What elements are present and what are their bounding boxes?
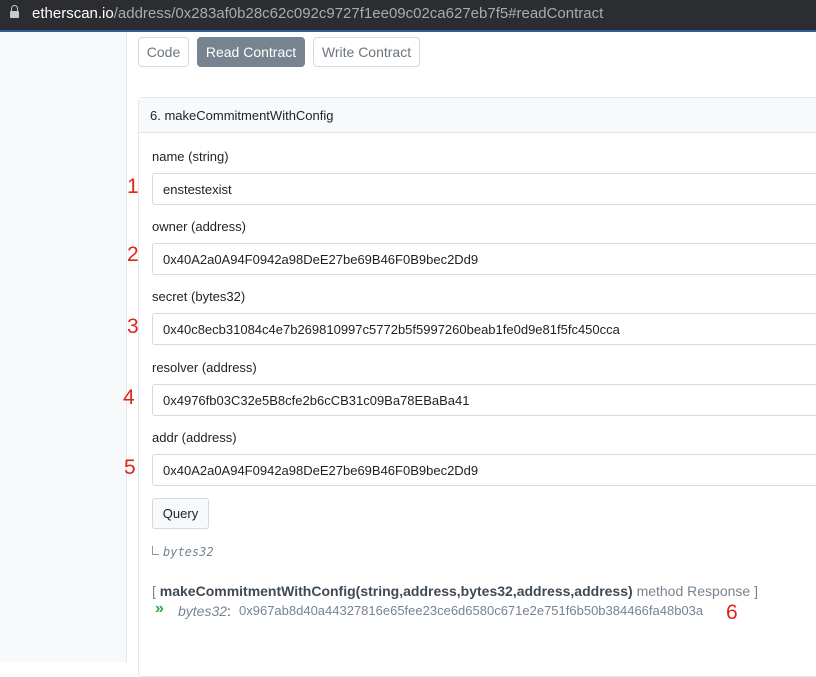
resolver-input[interactable] bbox=[152, 384, 816, 416]
annotation-marker-2: 2 bbox=[127, 243, 139, 266]
return-indicator-icon bbox=[152, 546, 159, 555]
tab-code[interactable]: Code bbox=[138, 37, 189, 67]
secret-input[interactable] bbox=[152, 313, 816, 345]
field-label-secret: secret (bytes32) bbox=[152, 289, 246, 304]
response-header: [ makeCommitmentWithConfig(string,addres… bbox=[152, 583, 758, 599]
browser-address-bar[interactable]: etherscan.io/address/0x283af0b28c62c092c… bbox=[0, 0, 816, 30]
field-label-addr: addr (address) bbox=[152, 430, 237, 445]
method-title[interactable]: 6. makeCommitmentWithConfig bbox=[150, 108, 334, 123]
response-signature: makeCommitmentWithConfig(string,address,… bbox=[159, 583, 633, 599]
tab-read-contract[interactable]: Read Contract bbox=[197, 37, 305, 67]
name-input[interactable] bbox=[152, 173, 816, 205]
annotation-marker-3: 3 bbox=[127, 315, 139, 338]
addr-input[interactable] bbox=[152, 454, 816, 486]
chevron-right-icon: » bbox=[155, 600, 164, 617]
query-button[interactable]: Query bbox=[152, 498, 209, 529]
annotation-marker-4: 4 bbox=[123, 386, 135, 409]
url-path: /address/0x283af0b28c62c092c9727f1ee09c0… bbox=[113, 5, 604, 22]
response-suffix: method Response ] bbox=[636, 583, 758, 599]
return-type: bytes32 bbox=[163, 545, 214, 559]
field-label-owner: owner (address) bbox=[152, 219, 246, 234]
field-label-name: name (string) bbox=[152, 149, 229, 164]
field-label-resolver: resolver (address) bbox=[152, 360, 257, 375]
left-gutter bbox=[0, 32, 127, 662]
response-open-bracket: [ bbox=[152, 583, 156, 599]
owner-input[interactable] bbox=[152, 243, 816, 275]
result-type: bytes32 bbox=[178, 603, 228, 619]
annotation-marker-5: 5 bbox=[124, 456, 136, 479]
result-value: 0x967ab8d40a44327816e65fee23ce6d6580c671… bbox=[239, 603, 704, 618]
tab-write-contract[interactable]: Write Contract bbox=[313, 37, 420, 67]
result-colon: : bbox=[227, 603, 231, 619]
url-text[interactable]: etherscan.io/address/0x283af0b28c62c092c… bbox=[32, 5, 603, 22]
lock-icon bbox=[10, 5, 19, 20]
url-host: etherscan.io bbox=[32, 5, 114, 22]
annotation-marker-6: 6 bbox=[726, 601, 738, 624]
annotation-marker-1: 1 bbox=[127, 175, 139, 198]
